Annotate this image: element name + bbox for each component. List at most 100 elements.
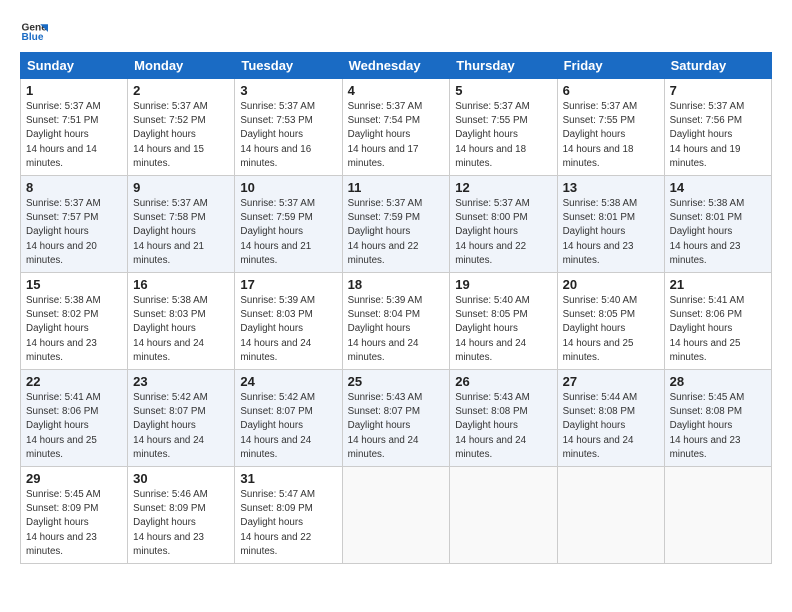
calendar-day: 22 Sunrise: 5:41 AM Sunset: 8:06 PM Dayl… <box>21 370 128 467</box>
day-detail: Sunrise: 5:37 AM Sunset: 7:51 PM Dayligh… <box>26 100 122 171</box>
day-detail: Sunrise: 5:43 AM Sunset: 8:08 PM Dayligh… <box>455 391 551 462</box>
day-number: 26 <box>455 374 551 389</box>
calendar-day: 24 Sunrise: 5:42 AM Sunset: 8:07 PM Dayl… <box>235 370 342 467</box>
day-detail: Sunrise: 5:40 AM Sunset: 8:05 PM Dayligh… <box>563 294 659 365</box>
calendar-day: 16 Sunrise: 5:38 AM Sunset: 8:03 PM Dayl… <box>128 273 235 370</box>
day-detail: Sunrise: 5:38 AM Sunset: 8:01 PM Dayligh… <box>670 197 766 268</box>
day-number: 19 <box>455 277 551 292</box>
day-number: 16 <box>133 277 229 292</box>
day-number: 18 <box>348 277 445 292</box>
day-detail: Sunrise: 5:37 AM Sunset: 7:57 PM Dayligh… <box>26 197 122 268</box>
day-detail: Sunrise: 5:41 AM Sunset: 8:06 PM Dayligh… <box>26 391 122 462</box>
day-detail: Sunrise: 5:44 AM Sunset: 8:08 PM Dayligh… <box>563 391 659 462</box>
calendar-day: 18 Sunrise: 5:39 AM Sunset: 8:04 PM Dayl… <box>342 273 450 370</box>
day-number: 6 <box>563 83 659 98</box>
calendar-day: 5 Sunrise: 5:37 AM Sunset: 7:55 PM Dayli… <box>450 79 557 176</box>
day-number: 13 <box>563 180 659 195</box>
calendar-day: 10 Sunrise: 5:37 AM Sunset: 7:59 PM Dayl… <box>235 176 342 273</box>
weekday-header-sunday: Sunday <box>21 53 128 79</box>
day-number: 1 <box>26 83 122 98</box>
calendar-day <box>664 467 771 564</box>
calendar-day: 1 Sunrise: 5:37 AM Sunset: 7:51 PM Dayli… <box>21 79 128 176</box>
day-detail: Sunrise: 5:37 AM Sunset: 7:55 PM Dayligh… <box>455 100 551 171</box>
logo-icon: General Blue <box>20 18 48 46</box>
calendar-day: 11 Sunrise: 5:37 AM Sunset: 7:59 PM Dayl… <box>342 176 450 273</box>
calendar-day: 13 Sunrise: 5:38 AM Sunset: 8:01 PM Dayl… <box>557 176 664 273</box>
day-detail: Sunrise: 5:37 AM Sunset: 7:58 PM Dayligh… <box>133 197 229 268</box>
day-number: 7 <box>670 83 766 98</box>
calendar-day: 3 Sunrise: 5:37 AM Sunset: 7:53 PM Dayli… <box>235 79 342 176</box>
weekday-header-thursday: Thursday <box>450 53 557 79</box>
calendar-day <box>557 467 664 564</box>
day-detail: Sunrise: 5:38 AM Sunset: 8:03 PM Dayligh… <box>133 294 229 365</box>
day-number: 25 <box>348 374 445 389</box>
weekday-header-monday: Monday <box>128 53 235 79</box>
calendar-week-1: 1 Sunrise: 5:37 AM Sunset: 7:51 PM Dayli… <box>21 79 772 176</box>
day-detail: Sunrise: 5:38 AM Sunset: 8:01 PM Dayligh… <box>563 197 659 268</box>
calendar-table: SundayMondayTuesdayWednesdayThursdayFrid… <box>20 52 772 564</box>
header: General Blue <box>20 18 772 46</box>
calendar-day: 17 Sunrise: 5:39 AM Sunset: 8:03 PM Dayl… <box>235 273 342 370</box>
day-number: 27 <box>563 374 659 389</box>
day-detail: Sunrise: 5:43 AM Sunset: 8:07 PM Dayligh… <box>348 391 445 462</box>
day-detail: Sunrise: 5:42 AM Sunset: 8:07 PM Dayligh… <box>133 391 229 462</box>
calendar-day: 26 Sunrise: 5:43 AM Sunset: 8:08 PM Dayl… <box>450 370 557 467</box>
calendar-day: 31 Sunrise: 5:47 AM Sunset: 8:09 PM Dayl… <box>235 467 342 564</box>
calendar-day: 23 Sunrise: 5:42 AM Sunset: 8:07 PM Dayl… <box>128 370 235 467</box>
day-number: 28 <box>670 374 766 389</box>
day-number: 29 <box>26 471 122 486</box>
day-detail: Sunrise: 5:37 AM Sunset: 7:59 PM Dayligh… <box>240 197 336 268</box>
calendar-day <box>342 467 450 564</box>
day-number: 31 <box>240 471 336 486</box>
day-number: 30 <box>133 471 229 486</box>
day-number: 17 <box>240 277 336 292</box>
day-number: 8 <box>26 180 122 195</box>
calendar-day: 25 Sunrise: 5:43 AM Sunset: 8:07 PM Dayl… <box>342 370 450 467</box>
day-number: 23 <box>133 374 229 389</box>
weekday-header-tuesday: Tuesday <box>235 53 342 79</box>
weekday-header-friday: Friday <box>557 53 664 79</box>
day-number: 14 <box>670 180 766 195</box>
day-detail: Sunrise: 5:45 AM Sunset: 8:09 PM Dayligh… <box>26 488 122 559</box>
calendar-day: 21 Sunrise: 5:41 AM Sunset: 8:06 PM Dayl… <box>664 273 771 370</box>
calendar-week-5: 29 Sunrise: 5:45 AM Sunset: 8:09 PM Dayl… <box>21 467 772 564</box>
day-detail: Sunrise: 5:47 AM Sunset: 8:09 PM Dayligh… <box>240 488 336 559</box>
calendar-day: 6 Sunrise: 5:37 AM Sunset: 7:55 PM Dayli… <box>557 79 664 176</box>
calendar-day: 8 Sunrise: 5:37 AM Sunset: 7:57 PM Dayli… <box>21 176 128 273</box>
day-detail: Sunrise: 5:41 AM Sunset: 8:06 PM Dayligh… <box>670 294 766 365</box>
calendar-week-2: 8 Sunrise: 5:37 AM Sunset: 7:57 PM Dayli… <box>21 176 772 273</box>
calendar-day: 14 Sunrise: 5:38 AM Sunset: 8:01 PM Dayl… <box>664 176 771 273</box>
calendar-day: 9 Sunrise: 5:37 AM Sunset: 7:58 PM Dayli… <box>128 176 235 273</box>
page-container: General Blue SundayMondayTuesdayWednesda… <box>0 0 792 574</box>
day-detail: Sunrise: 5:37 AM Sunset: 7:59 PM Dayligh… <box>348 197 445 268</box>
weekday-header-wednesday: Wednesday <box>342 53 450 79</box>
calendar-day <box>450 467 557 564</box>
day-detail: Sunrise: 5:37 AM Sunset: 8:00 PM Dayligh… <box>455 197 551 268</box>
svg-text:Blue: Blue <box>22 32 44 43</box>
calendar-week-3: 15 Sunrise: 5:38 AM Sunset: 8:02 PM Dayl… <box>21 273 772 370</box>
calendar-day: 4 Sunrise: 5:37 AM Sunset: 7:54 PM Dayli… <box>342 79 450 176</box>
day-number: 22 <box>26 374 122 389</box>
day-number: 24 <box>240 374 336 389</box>
day-number: 3 <box>240 83 336 98</box>
calendar-header-row: SundayMondayTuesdayWednesdayThursdayFrid… <box>21 53 772 79</box>
calendar-day: 15 Sunrise: 5:38 AM Sunset: 8:02 PM Dayl… <box>21 273 128 370</box>
day-detail: Sunrise: 5:39 AM Sunset: 8:03 PM Dayligh… <box>240 294 336 365</box>
day-detail: Sunrise: 5:42 AM Sunset: 8:07 PM Dayligh… <box>240 391 336 462</box>
calendar-day: 19 Sunrise: 5:40 AM Sunset: 8:05 PM Dayl… <box>450 273 557 370</box>
day-detail: Sunrise: 5:37 AM Sunset: 7:55 PM Dayligh… <box>563 100 659 171</box>
day-detail: Sunrise: 5:40 AM Sunset: 8:05 PM Dayligh… <box>455 294 551 365</box>
day-detail: Sunrise: 5:45 AM Sunset: 8:08 PM Dayligh… <box>670 391 766 462</box>
day-number: 11 <box>348 180 445 195</box>
day-number: 2 <box>133 83 229 98</box>
day-detail: Sunrise: 5:38 AM Sunset: 8:02 PM Dayligh… <box>26 294 122 365</box>
day-detail: Sunrise: 5:37 AM Sunset: 7:53 PM Dayligh… <box>240 100 336 171</box>
calendar-day: 30 Sunrise: 5:46 AM Sunset: 8:09 PM Dayl… <box>128 467 235 564</box>
calendar-day: 12 Sunrise: 5:37 AM Sunset: 8:00 PM Dayl… <box>450 176 557 273</box>
day-number: 21 <box>670 277 766 292</box>
calendar-day: 7 Sunrise: 5:37 AM Sunset: 7:56 PM Dayli… <box>664 79 771 176</box>
day-detail: Sunrise: 5:46 AM Sunset: 8:09 PM Dayligh… <box>133 488 229 559</box>
day-detail: Sunrise: 5:37 AM Sunset: 7:54 PM Dayligh… <box>348 100 445 171</box>
weekday-header-saturday: Saturday <box>664 53 771 79</box>
day-number: 12 <box>455 180 551 195</box>
